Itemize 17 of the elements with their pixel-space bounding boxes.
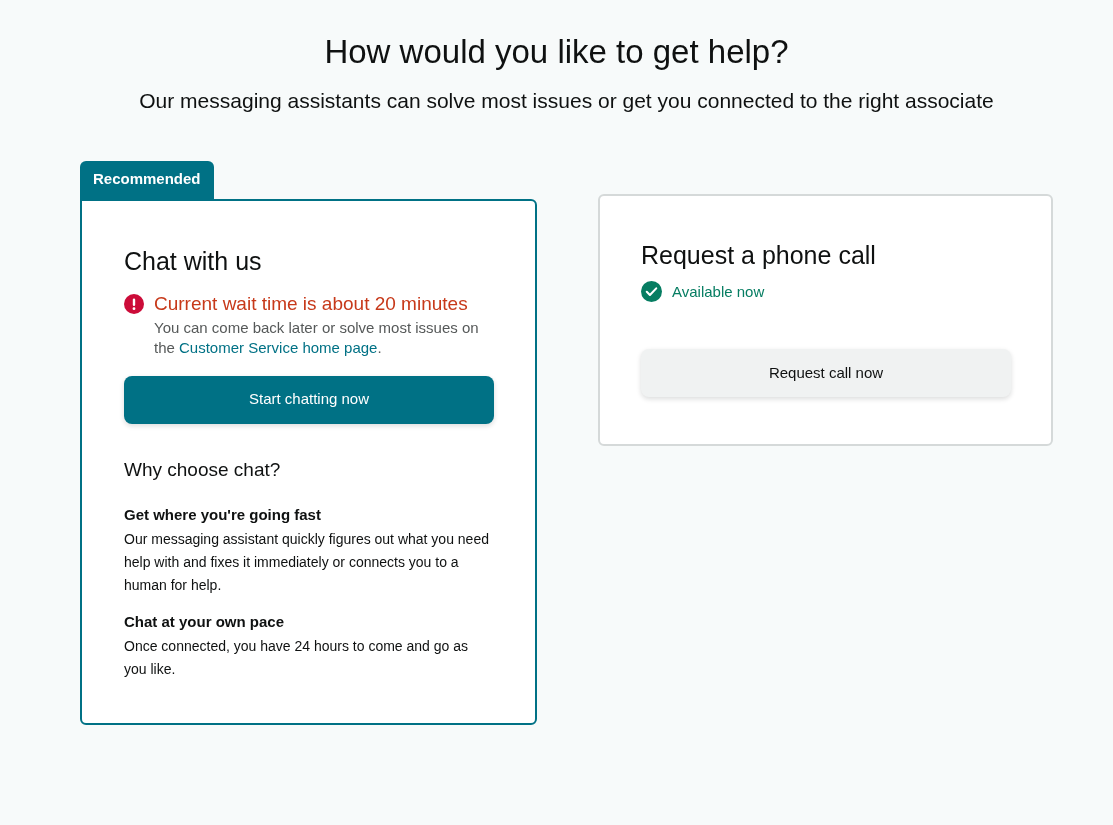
secondary-button[interactable]: Request call now — [641, 349, 1011, 397]
point-text: Once connected, you have 24 hours to come and go as you like. — [124, 637, 469, 679]
page-title: How would you like to get help? — [324, 32, 789, 72]
card-title: Chat with us — [124, 245, 263, 277]
point-title: Chat at your own pace — [124, 612, 286, 632]
primary-button[interactable]: Start chatting now — [124, 375, 494, 424]
page-subtitle: Our messaging assistants can solve most issues or get you connected to the right associate — [139, 88, 994, 114]
alert-icon — [124, 293, 144, 314]
status-text: Current wait time is about 20 minutes — [154, 291, 468, 316]
point-text: Our messaging assistant quickly figures out what you need help with and fixes it immediately or connects you to a human for help. — [124, 530, 490, 595]
section-heading: Why choose chat? — [124, 457, 282, 482]
card-title: Request a phone call — [641, 239, 877, 271]
home-page-link[interactable]: Customer Service home page — [179, 338, 378, 356]
check-icon — [641, 281, 662, 303]
wait-note: You can come back later or solve most issues on the Customer Service home page. — [154, 317, 480, 358]
status-text: Available now — [672, 281, 765, 302]
point-title: Get where you're going fast — [124, 505, 322, 525]
